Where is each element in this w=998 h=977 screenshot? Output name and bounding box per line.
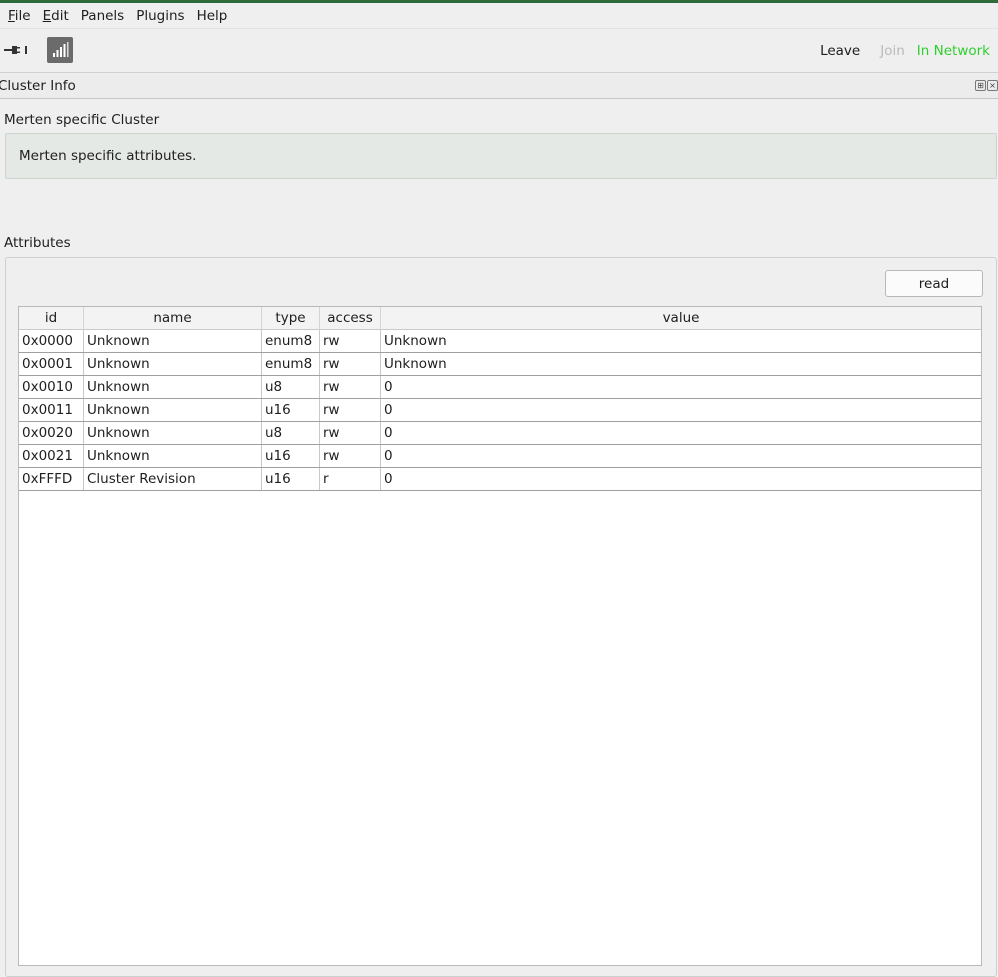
cell-type: u8 <box>262 376 320 398</box>
cell-value[interactable]: Unknown <box>381 330 981 352</box>
dock-title-bar: Cluster Info ⊞ × <box>0 74 998 99</box>
cell-id: 0x0021 <box>19 445 84 467</box>
dock-title: Cluster Info <box>0 78 76 94</box>
cell-access: r <box>320 468 381 490</box>
leave-button[interactable]: Leave <box>820 43 860 59</box>
cell-value[interactable]: 0 <box>381 376 981 398</box>
close-icon[interactable]: × <box>987 80 998 91</box>
float-icon[interactable]: ⊞ <box>975 80 986 91</box>
cell-type: enum8 <box>262 353 320 375</box>
cell-type: u8 <box>262 422 320 444</box>
table-row[interactable]: 0x0011 Unknown u16 rw 0 <box>19 399 981 422</box>
join-button[interactable]: Join <box>880 43 905 59</box>
menubar: File Edit Panels Plugins Help <box>0 3 998 28</box>
cell-value[interactable]: 0 <box>381 468 981 490</box>
cluster-description: Merten specific attributes. <box>19 148 197 164</box>
table-row[interactable]: 0x0020 Unknown u8 rw 0 <box>19 422 981 445</box>
table-row[interactable]: 0x0010 Unknown u8 rw 0 <box>19 376 981 399</box>
menu-edit[interactable]: Edit <box>39 5 77 27</box>
cluster-name: Merten specific Cluster <box>4 112 160 128</box>
menu-plugins[interactable]: Plugins <box>132 5 192 27</box>
cell-id: 0x0010 <box>19 376 84 398</box>
attributes-table[interactable]: id name type access value 0x0000 Unknown… <box>18 306 982 966</box>
cell-type: u16 <box>262 399 320 421</box>
cell-id: 0xFFFD <box>19 468 84 490</box>
toolbar: Leave Join In Network <box>0 28 998 73</box>
cell-name: Unknown <box>84 376 262 398</box>
cell-value[interactable]: Unknown <box>381 353 981 375</box>
column-header-name[interactable]: name <box>84 307 262 330</box>
cell-access: rw <box>320 422 381 444</box>
cell-value[interactable]: 0 <box>381 422 981 444</box>
signal-icon <box>53 42 69 57</box>
cell-access: rw <box>320 376 381 398</box>
cell-type: enum8 <box>262 330 320 352</box>
cell-access: rw <box>320 399 381 421</box>
cell-name: Cluster Revision <box>84 468 262 490</box>
cluster-description-box: Merten specific attributes. <box>5 133 997 179</box>
cell-id: 0x0011 <box>19 399 84 421</box>
network-state-label: In Network <box>916 43 990 59</box>
attributes-heading: Attributes <box>4 235 71 251</box>
signal-button[interactable] <box>47 37 73 63</box>
table-row[interactable]: 0xFFFD Cluster Revision u16 r 0 <box>19 468 981 491</box>
table-row[interactable]: 0x0021 Unknown u16 rw 0 <box>19 445 981 468</box>
cell-access: rw <box>320 445 381 467</box>
column-header-access[interactable]: access <box>320 307 381 330</box>
cell-type: u16 <box>262 445 320 467</box>
cell-value[interactable]: 0 <box>381 445 981 467</box>
cell-access: rw <box>320 330 381 352</box>
table-row[interactable]: 0x0001 Unknown enum8 rw Unknown <box>19 353 981 376</box>
cell-id: 0x0001 <box>19 353 84 375</box>
cell-id: 0x0000 <box>19 330 84 352</box>
menu-file[interactable]: File <box>4 5 39 27</box>
plug-icon[interactable] <box>4 43 30 57</box>
menu-panels[interactable]: Panels <box>77 5 132 27</box>
column-header-type[interactable]: type <box>262 307 320 330</box>
cell-type: u16 <box>262 468 320 490</box>
read-button[interactable]: read <box>885 270 983 297</box>
table-header: id name type access value <box>19 307 981 330</box>
menu-help[interactable]: Help <box>193 5 236 27</box>
cell-name: Unknown <box>84 399 262 421</box>
column-header-value[interactable]: value <box>381 307 981 330</box>
cell-id: 0x0020 <box>19 422 84 444</box>
cell-name: Unknown <box>84 330 262 352</box>
cell-value[interactable]: 0 <box>381 399 981 421</box>
cell-name: Unknown <box>84 422 262 444</box>
cell-access: rw <box>320 353 381 375</box>
dock-buttons: ⊞ × <box>975 80 998 91</box>
network-status: Leave Join In Network <box>820 29 990 73</box>
table-row[interactable]: 0x0000 Unknown enum8 rw Unknown <box>19 330 981 353</box>
cell-name: Unknown <box>84 353 262 375</box>
column-header-id[interactable]: id <box>19 307 84 330</box>
cell-name: Unknown <box>84 445 262 467</box>
